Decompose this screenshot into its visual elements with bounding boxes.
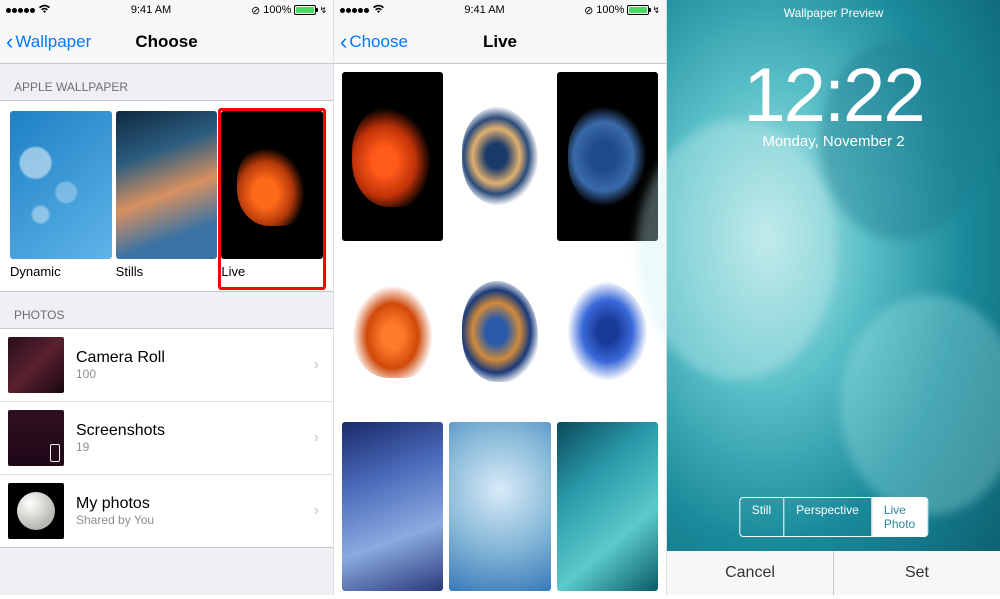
album-subtitle: Shared by You	[76, 513, 314, 527]
back-label: Wallpaper	[15, 32, 91, 52]
orientation-lock-icon: ⊘	[584, 4, 593, 17]
chevron-left-icon: ‹	[6, 31, 13, 53]
status-time: 9:41 AM	[464, 4, 504, 16]
album-camera-roll[interactable]: Camera Roll 100 ›	[0, 329, 333, 401]
bottom-toolbar: Cancel Set	[667, 551, 1000, 595]
wifi-icon	[372, 4, 385, 17]
live-wallpaper-cell[interactable]	[342, 72, 443, 241]
segment-live-photo[interactable]: Live Photo	[872, 498, 927, 536]
charging-icon: ↯	[319, 5, 327, 16]
live-wallpaper-grid	[334, 64, 666, 599]
wallpaper-live[interactable]: Live	[218, 108, 326, 290]
album-count: 19	[76, 440, 314, 454]
lock-screen-clock: 12:22 Monday, November 2	[667, 52, 1000, 150]
nav-bar: ‹ Wallpaper Choose	[0, 20, 333, 64]
status-bar: 9:41 AM ⊘ 100% ↯	[0, 0, 333, 20]
album-count: 100	[76, 367, 314, 381]
preview-mode-segments: Still Perspective Live Photo	[739, 497, 928, 537]
back-button[interactable]: ‹ Choose	[340, 31, 408, 53]
live-wallpaper-cell[interactable]	[557, 422, 658, 591]
battery-percent: 100%	[263, 4, 291, 16]
lock-date: Monday, November 2	[667, 133, 1000, 150]
wifi-icon	[38, 4, 51, 17]
chevron-right-icon: ›	[314, 356, 319, 374]
live-wallpaper-cell[interactable]	[449, 422, 550, 591]
album-thumbnail-icon	[8, 337, 64, 393]
stills-wallpaper-icon	[116, 111, 218, 259]
wallpaper-dynamic[interactable]: Dynamic	[10, 111, 112, 287]
set-button[interactable]: Set	[834, 551, 1000, 595]
signal-dots-icon	[6, 8, 35, 13]
album-screenshots[interactable]: Screenshots 19 ›	[0, 401, 333, 474]
nav-bar: ‹ Choose Live	[334, 20, 666, 64]
wallpaper-stills[interactable]: Stills	[116, 111, 218, 287]
wallpaper-label: Dynamic	[10, 259, 112, 287]
nav-title: Choose	[135, 32, 197, 52]
battery-icon	[627, 5, 649, 15]
screen-choose-wallpaper: 9:41 AM ⊘ 100% ↯ ‹ Wallpaper Choose APPL…	[0, 0, 334, 595]
preview-header: Wallpaper Preview	[667, 6, 1000, 20]
nav-title: Live	[483, 32, 517, 52]
battery-icon	[294, 5, 316, 15]
chevron-right-icon: ›	[314, 502, 319, 520]
segment-still[interactable]: Still	[740, 498, 784, 536]
lock-time: 12:22	[667, 52, 1000, 139]
chevron-right-icon: ›	[314, 429, 319, 447]
album-name: Camera Roll	[76, 349, 314, 367]
signal-dots-icon	[340, 8, 369, 13]
screen-live-grid: 9:41 AM ⊘ 100% ↯ ‹ Choose Live	[334, 0, 667, 595]
dynamic-wallpaper-icon	[10, 111, 112, 259]
live-wallpaper-cell[interactable]	[449, 72, 550, 241]
album-my-photos[interactable]: My photos Shared by You ›	[0, 474, 333, 547]
live-wallpaper-cell[interactable]	[342, 247, 443, 416]
back-button[interactable]: ‹ Wallpaper	[6, 31, 91, 53]
album-name: Screenshots	[76, 422, 314, 440]
status-time: 9:41 AM	[131, 4, 171, 16]
chevron-left-icon: ‹	[340, 31, 347, 53]
charging-icon: ↯	[652, 5, 660, 16]
orientation-lock-icon: ⊘	[251, 4, 260, 17]
album-thumbnail-icon	[8, 410, 64, 466]
album-thumbnail-icon	[8, 483, 64, 539]
segment-perspective[interactable]: Perspective	[784, 498, 872, 536]
back-label: Choose	[349, 32, 408, 52]
wallpaper-label: Stills	[116, 259, 218, 287]
wallpaper-label: Live	[221, 259, 323, 287]
live-wallpaper-cell[interactable]	[449, 247, 550, 416]
wallpaper-preview[interactable]: Wallpaper Preview 12:22 Monday, November…	[667, 0, 1000, 595]
screen-wallpaper-preview: Wallpaper Preview 12:22 Monday, November…	[667, 0, 1000, 595]
section-header-photos: PHOTOS	[0, 292, 333, 328]
cancel-button[interactable]: Cancel	[667, 551, 834, 595]
battery-percent: 100%	[596, 4, 624, 16]
apple-wallpaper-row: Dynamic Stills Live	[0, 101, 333, 291]
section-header-apple: APPLE WALLPAPER	[0, 64, 333, 100]
album-name: My photos	[76, 495, 314, 513]
live-wallpaper-cell[interactable]	[342, 422, 443, 591]
live-wallpaper-icon	[221, 111, 323, 259]
status-bar: 9:41 AM ⊘ 100% ↯	[334, 0, 666, 20]
